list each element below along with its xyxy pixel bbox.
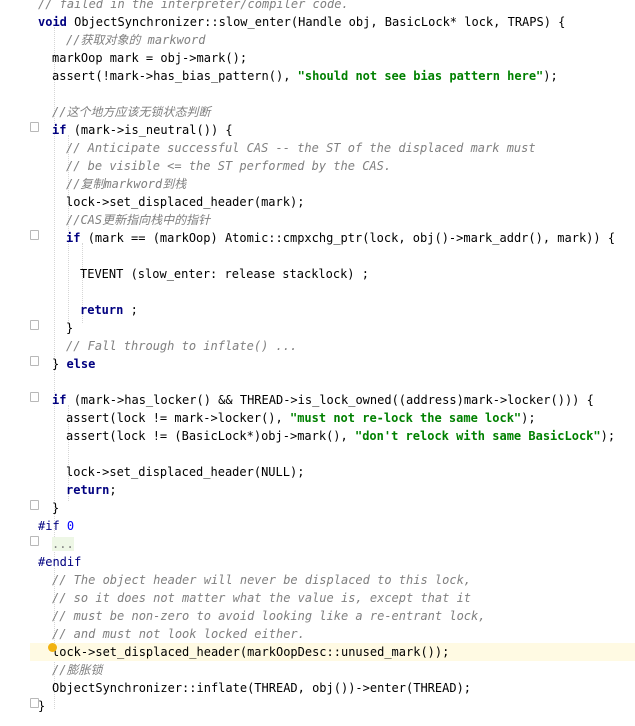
code-line[interactable]: ... — [30, 535, 635, 553]
code-line[interactable]: lock->set_displaced_header(mark); — [30, 193, 635, 211]
code-line[interactable]: } — [30, 319, 635, 337]
code-token: assert(lock != (BasicLock*)obj->mark(), — [66, 429, 355, 443]
code-line[interactable]: if (mark->has_locker() && THREAD->is_loc… — [30, 391, 635, 409]
code-token: ObjectSynchronizer::inflate(THREAD, obj(… — [52, 681, 472, 695]
code-token: assert(!mark->has_bias_pattern(), — [52, 69, 298, 83]
code-line[interactable]: } — [30, 697, 635, 715]
code-line[interactable]: } — [30, 499, 635, 517]
code-line[interactable] — [30, 445, 635, 463]
code-text: // so it does not matter what the value … — [52, 591, 472, 605]
code-text: //复制markword到栈 — [66, 177, 187, 191]
code-text: // The object header will never be displ… — [52, 573, 472, 587]
code-line[interactable]: // must be non-zero to avoid looking lik… — [30, 607, 635, 625]
code-token: #if — [38, 519, 67, 533]
code-token: if — [52, 393, 74, 407]
code-token: 0 — [66, 519, 75, 533]
editor-gutter — [0, 0, 30, 726]
code-token: return — [66, 483, 110, 497]
code-line[interactable]: // be visible <= the ST performed by the… — [30, 157, 635, 175]
code-line[interactable]: void ObjectSynchronizer::slow_enter(Hand… — [30, 13, 635, 31]
code-token: ); — [543, 69, 558, 83]
code-token: else — [66, 357, 96, 371]
code-token: "should not see bias pattern here" — [297, 69, 544, 83]
code-token: (mark == (markOop) Atomic::cmpxchg_ptr(l… — [87, 231, 616, 245]
code-line[interactable]: return ; — [30, 301, 635, 319]
code-token: "don't relock with same BasicLock" — [354, 429, 601, 443]
code-line[interactable]: } else — [30, 355, 635, 373]
code-text: // must be non-zero to avoid looking lik… — [52, 609, 486, 623]
code-token: ); — [600, 429, 616, 443]
code-token: (mark->has_locker() && THREAD->is_lock_o… — [73, 393, 594, 407]
code-line[interactable]: // so it does not matter what the value … — [30, 589, 635, 607]
code-line[interactable]: assert(lock != (BasicLock*)obj->mark(), … — [30, 427, 635, 445]
code-token: } — [52, 501, 60, 515]
code-line[interactable]: // Fall through to inflate() ... — [30, 337, 635, 355]
code-line[interactable]: if (mark->is_neutral()) { — [30, 121, 635, 139]
code-token: if — [66, 231, 88, 245]
code-line[interactable]: // The object header will never be displ… — [30, 571, 635, 589]
code-line[interactable]: //CAS更新指向栈中的指针 — [30, 211, 635, 229]
code-line[interactable]: //这个地方应该无锁状态判断 — [30, 103, 635, 121]
code-line[interactable] — [30, 283, 635, 301]
code-token: ; — [109, 483, 117, 497]
code-line[interactable]: TEVENT (slow_enter: release stacklock) ; — [30, 265, 635, 283]
code-token: ; — [130, 303, 138, 317]
code-token: return — [80, 303, 131, 317]
code-line[interactable]: assert(!mark->has_bias_pattern(), "shoul… — [30, 67, 635, 85]
code-token: ObjectSynchronizer::slow_enter(Handle ob… — [74, 15, 566, 29]
code-line[interactable]: lock->set_displaced_header(NULL); — [30, 463, 635, 481]
code-text: // Anticipate successful CAS -- the ST o… — [66, 141, 536, 155]
code-line[interactable]: ObjectSynchronizer::inflate(THREAD, obj(… — [30, 679, 635, 697]
code-line[interactable] — [30, 247, 635, 265]
code-line[interactable]: return; — [30, 481, 635, 499]
code-text: //这个地方应该无锁状态判断 — [52, 105, 211, 119]
code-line[interactable]: //复制markword到栈 — [30, 175, 635, 193]
code-text: //获取对象的 markword — [66, 33, 206, 47]
code-line[interactable]: //膨胀锁 — [30, 661, 635, 679]
code-text: // failed in the interpreter/compiler co… — [38, 0, 349, 11]
code-editor[interactable]: // failed in the interpreter/compiler co… — [30, 0, 635, 726]
code-token: if — [52, 123, 74, 137]
code-line[interactable]: //获取对象的 markword — [30, 31, 635, 49]
code-token: } — [66, 321, 74, 335]
code-token: ); — [521, 411, 536, 425]
code-text: //CAS更新指向栈中的指针 — [66, 213, 211, 227]
code-line[interactable]: assert(lock != mark->locker(), "must not… — [30, 409, 635, 427]
code-line[interactable] — [30, 373, 635, 391]
code-line[interactable] — [30, 85, 635, 103]
code-token: (mark->is_neutral()) { — [73, 123, 233, 137]
code-token: "must not re-lock the same lock" — [289, 411, 522, 425]
code-line[interactable]: #if 0 — [30, 517, 635, 535]
code-text: //膨胀锁 — [52, 663, 103, 677]
bulb-icon[interactable] — [48, 643, 57, 652]
code-token: lock->set_displaced_header(NULL); — [66, 465, 305, 479]
code-token: TEVENT (slow_enter: release stacklock) ; — [80, 267, 369, 281]
code-line[interactable]: lock->set_displaced_header(markOopDesc::… — [30, 643, 635, 661]
code-line[interactable]: if (mark == (markOop) Atomic::cmpxchg_pt… — [30, 229, 635, 247]
code-text: // be visible <= the ST performed by the… — [66, 159, 392, 173]
code-token: #endif — [38, 555, 82, 569]
code-token: markOop mark = obj->mark(); — [52, 51, 248, 65]
code-line[interactable]: markOop mark = obj->mark(); — [30, 49, 635, 67]
code-token: } — [38, 699, 46, 713]
code-line[interactable]: // and must not look locked either. — [30, 625, 635, 643]
code-line[interactable]: // Anticipate successful CAS -- the ST o… — [30, 139, 635, 157]
code-line[interactable]: #endif — [30, 553, 635, 571]
code-token: lock->set_displaced_header(markOopDesc::… — [52, 645, 450, 659]
code-text: // and must not look locked either. — [52, 627, 305, 641]
code-token: assert(lock != mark->locker(), — [66, 411, 290, 425]
code-token: ... — [52, 537, 74, 551]
code-line[interactable]: // failed in the interpreter/compiler co… — [30, 0, 635, 13]
code-token: } — [52, 357, 67, 371]
code-text: // Fall through to inflate() ... — [66, 339, 298, 353]
code-token: lock->set_displaced_header(mark); — [66, 195, 305, 209]
code-token: void — [38, 15, 75, 29]
